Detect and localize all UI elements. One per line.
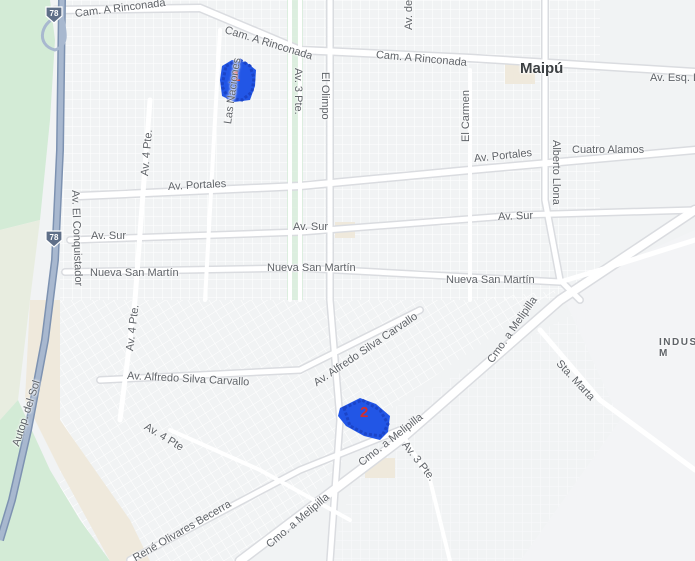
street-label: Cuatro Alamos (572, 144, 645, 156)
highway-shield-78-south: 78 (44, 230, 64, 248)
map-view[interactable]: 78 78 1 2 Maipú INDUS M Cam. A Rinconada… (0, 0, 695, 561)
street-label: Av. Esq. L (650, 72, 695, 84)
street-label: Av. Sur (293, 221, 329, 233)
street-label: Alberto Llona (550, 140, 562, 205)
street-label: Av. 3 Pte. (292, 68, 304, 115)
highway-shield-78-north: 78 (44, 6, 64, 24)
street-label: Av. de la (403, 0, 415, 30)
highway-shield-number: 78 (49, 233, 59, 242)
highway-shield-number: 78 (49, 9, 59, 18)
street-label: El Carmen (460, 90, 472, 142)
district-label: INDUS M (659, 337, 695, 359)
street-label: El Olimpo (319, 72, 331, 120)
city-label-maipu: Maipú (520, 60, 564, 77)
street-label: Av. Sur (91, 230, 127, 242)
street-label: Av. Sur (497, 209, 534, 223)
map-base-layer (0, 0, 695, 561)
street-label: Nueva San Martín (90, 267, 179, 279)
park-northwest (0, 0, 55, 230)
street-label: Nueva San Martín (267, 262, 356, 274)
marker-2-label[interactable]: 2 (360, 404, 368, 421)
street-label: Nueva San Martín (446, 274, 535, 286)
